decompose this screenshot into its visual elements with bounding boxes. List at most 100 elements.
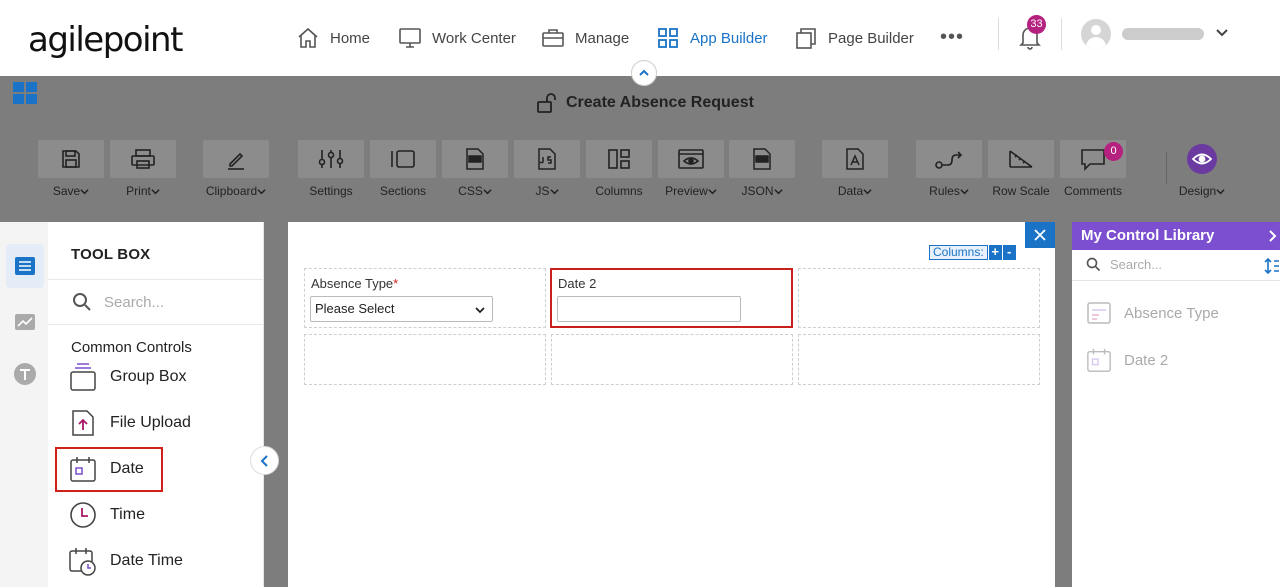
toolbar-sections[interactable]: Sections (368, 140, 438, 198)
chevron-up-icon (639, 69, 649, 76)
toolbar-design[interactable]: Design (1167, 140, 1237, 198)
grid-cell[interactable] (798, 334, 1040, 385)
toolbar-preview-label: Preview (665, 184, 708, 198)
page-title: Create Absence Request (536, 92, 754, 114)
chart-icon (15, 314, 35, 330)
chevron-down-icon (960, 189, 969, 195)
grid-cell[interactable] (551, 334, 793, 385)
agilepoint-logo[interactable]: agilepoint (28, 20, 183, 60)
chevron-down-icon (1216, 189, 1225, 195)
pages-icon (796, 28, 816, 49)
date-control-icon (1087, 348, 1111, 372)
nav-work-center[interactable]: Work Center (398, 24, 516, 52)
chevron-down-icon[interactable] (1214, 24, 1230, 40)
apps-grid-icon[interactable] (13, 82, 37, 104)
unlock-icon[interactable] (536, 92, 558, 114)
nav-app-builder[interactable]: App Builder (656, 24, 768, 52)
toolbox-item-label: Date Time (110, 552, 183, 569)
sort-icon[interactable] (1264, 257, 1280, 275)
sections-icon (391, 150, 415, 168)
toolbar-settings[interactable]: Settings (296, 140, 366, 198)
grid-cell[interactable] (798, 268, 1040, 328)
nav-app-builder-label: App Builder (690, 29, 768, 47)
toolbar-comments[interactable]: 0 Comments (1058, 140, 1128, 198)
toolbar-data-label: Data (837, 184, 864, 198)
pencil-icon (228, 152, 244, 170)
chevron-down-icon (773, 189, 783, 195)
collapse-header-button[interactable] (631, 60, 657, 86)
file-upload-icon (72, 410, 94, 436)
nav-page-builder[interactable]: Page Builder (794, 24, 914, 52)
absence-type-select[interactable]: Please Select (310, 296, 493, 322)
chevron-left-icon (260, 454, 268, 467)
toolbar-js-label: JS (535, 184, 550, 198)
toolbar-rules[interactable]: Rules (914, 140, 984, 198)
toolbox-item-time[interactable]: Time (68, 497, 145, 533)
comments-count-badge: 0 (1104, 142, 1123, 161)
chevron-down-icon (151, 189, 160, 195)
library-item-absence-type[interactable]: Absence Type (1086, 299, 1219, 327)
nav-home[interactable]: Home (296, 24, 370, 52)
toolbar-js[interactable]: JS (512, 140, 582, 198)
toolbox-search[interactable]: Search... (72, 292, 164, 312)
library-item-label: Absence Type (1124, 304, 1219, 322)
toolbar-clipboard[interactable]: Clipboard (201, 140, 271, 198)
avatar[interactable] (1081, 19, 1111, 49)
add-column-button[interactable]: + (988, 245, 1002, 260)
toolbar-columns-label: Columns (595, 184, 643, 198)
library-item-date-2[interactable]: Date 2 (1086, 346, 1168, 374)
toolbar-css[interactable]: CSS (440, 140, 510, 198)
toolbar-json[interactable]: JSON (727, 140, 797, 198)
analytics-tab[interactable] (6, 300, 44, 344)
nav-page-builder-label: Page Builder (828, 29, 914, 47)
nav-manage[interactable]: Manage (541, 24, 629, 52)
divider (998, 18, 999, 50)
text-controls-tab[interactable] (6, 352, 44, 396)
left-panel-tabs (0, 222, 48, 587)
field-label-text: Absence Type (311, 276, 394, 291)
toolbox-item-group-box[interactable]: Group Box (68, 359, 186, 395)
collapse-toolbox-button[interactable] (250, 446, 279, 475)
chevron-down-icon (863, 189, 872, 195)
toolbar-json-label: JSON (741, 184, 774, 198)
chevron-down-icon (483, 189, 492, 195)
grid-cell[interactable] (304, 334, 546, 385)
list-icon (15, 257, 35, 275)
toolbox-item-label: File Upload (110, 414, 191, 431)
library-search[interactable]: Search... (1086, 257, 1162, 272)
sliders-icon (318, 150, 344, 168)
group-box-icon (70, 363, 96, 391)
toolbar-clipboard-label: Clipboard (205, 184, 258, 198)
select-value: Please Select (315, 301, 395, 316)
chevron-right-icon[interactable] (1267, 230, 1279, 242)
remove-column-button[interactable]: - (1002, 245, 1016, 260)
js-file-icon (538, 148, 556, 170)
toolbox-item-date-time[interactable]: Date Time (68, 543, 183, 579)
user-name-redacted[interactable] (1122, 28, 1204, 40)
toolbar-print[interactable]: Print (108, 140, 178, 198)
toolbar-preview[interactable]: Preview (656, 140, 726, 198)
design-eye-icon (1192, 153, 1212, 165)
divider (48, 279, 264, 280)
divider (1072, 280, 1280, 281)
toolbar-data[interactable]: Data (820, 140, 890, 198)
monitor-icon (399, 28, 421, 48)
toolbox-item-file-upload[interactable]: File Upload (68, 405, 191, 441)
toolbar-columns[interactable]: Columns (584, 140, 654, 198)
more-menu-button[interactable]: ••• (940, 26, 964, 49)
chevron-down-icon (80, 189, 89, 195)
form-controls-tab[interactable] (6, 244, 44, 288)
divider (48, 324, 264, 325)
toolbar-save[interactable]: Save (36, 140, 106, 198)
toolbar-settings-label: Settings (309, 184, 353, 198)
section-heading: Common Controls (71, 339, 192, 356)
close-button[interactable] (1025, 222, 1055, 248)
chevron-down-icon (549, 189, 559, 195)
toolbar-sections-label: Sections (379, 184, 427, 198)
nav-home-label: Home (330, 29, 371, 47)
highlight-box (55, 447, 163, 492)
toolbar-row-scale[interactable]: Row Scale (986, 140, 1056, 198)
toolbox-item-label: Group Box (110, 368, 187, 385)
columns-icon (608, 149, 630, 169)
toolbar-design-label: Design (1178, 184, 1217, 198)
